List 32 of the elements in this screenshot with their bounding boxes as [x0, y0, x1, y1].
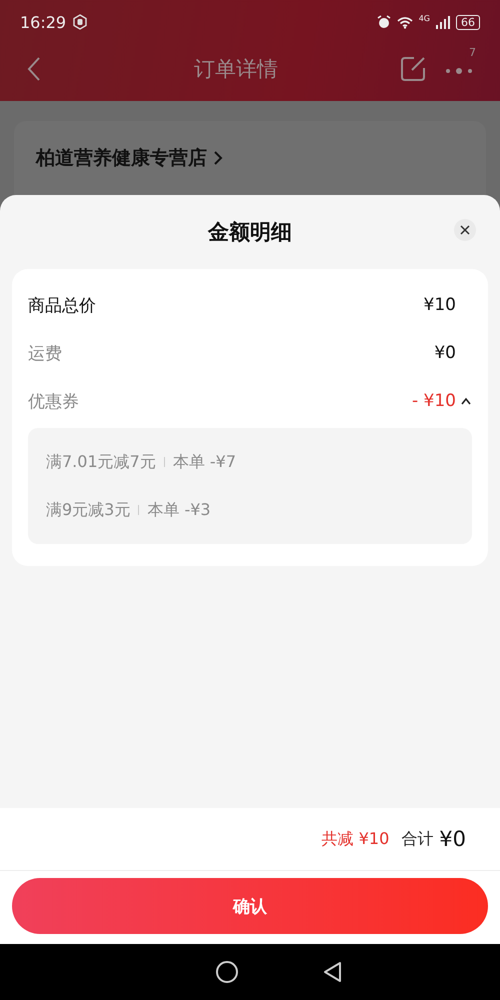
row-value: ¥10	[424, 295, 456, 315]
coupon-amount: 本单 -¥3	[147, 500, 211, 520]
message-count: 7	[469, 46, 476, 58]
close-button[interactable]	[454, 219, 476, 241]
confirm-button[interactable]: 确认	[12, 878, 488, 934]
signal-icon	[436, 16, 450, 28]
discount-total: 共减 ¥10	[322, 828, 390, 850]
total-value: ¥0	[439, 827, 466, 851]
wifi-icon	[396, 16, 413, 28]
row-value: - ¥10	[412, 391, 456, 411]
alarm-icon	[376, 15, 391, 29]
home-icon[interactable]	[215, 960, 239, 984]
back-icon[interactable]	[26, 56, 42, 82]
close-icon[interactable]	[460, 225, 470, 235]
hand-icon	[72, 14, 88, 30]
page-title: 订单详情	[193, 56, 279, 83]
share-icon[interactable]	[400, 56, 426, 82]
status-time: 16:29	[20, 12, 66, 32]
coupon-rule: 满9元减3元	[46, 500, 130, 520]
network-label: 4G	[418, 14, 430, 23]
row-value: ¥0	[434, 343, 456, 363]
row-label: 运费	[28, 342, 63, 364]
chevron-up-icon[interactable]	[460, 397, 472, 405]
coupon-amount: 本单 -¥7	[172, 452, 236, 472]
coupon-rule: 满7.01元减7元	[46, 452, 156, 472]
store-name[interactable]: 柏道营养健康专营店	[36, 145, 207, 171]
row-label: 商品总价	[28, 294, 97, 316]
battery-indicator: 66	[456, 14, 480, 30]
total-label: 合计	[401, 828, 434, 850]
row-label: 优惠券	[28, 390, 80, 412]
sheet-title: 金额明细	[208, 219, 292, 246]
chevron-right-icon	[213, 150, 223, 166]
